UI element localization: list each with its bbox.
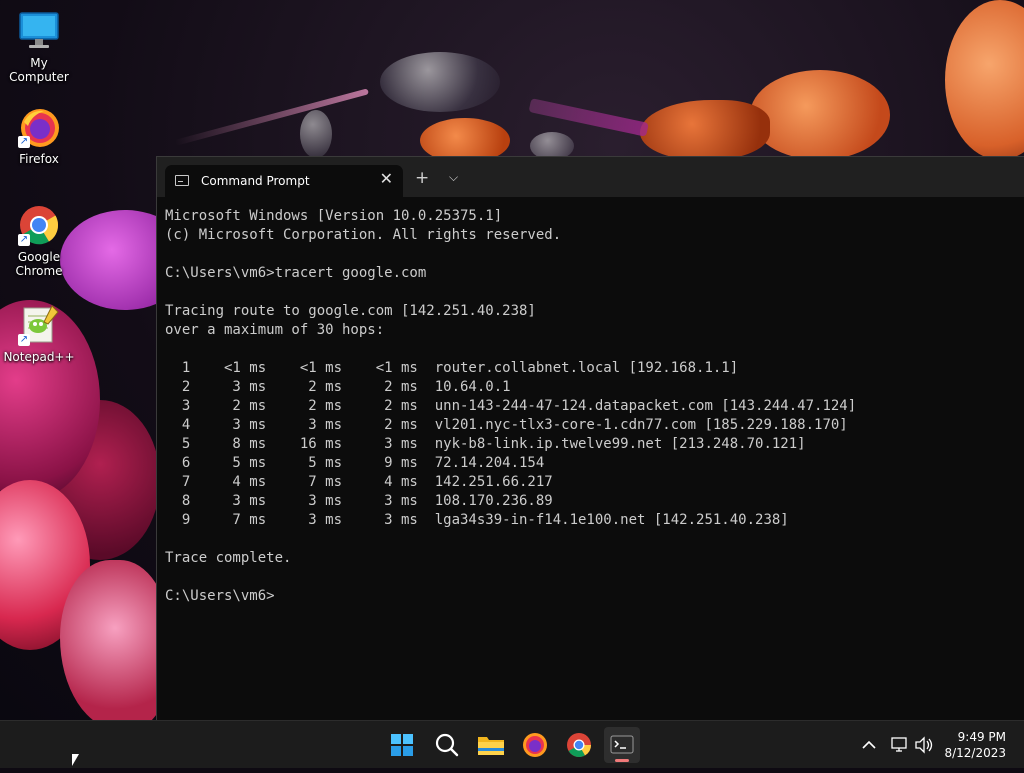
console-line: 2 3 ms 2 ms 2 ms 10.64.0.1 [165,379,511,395]
console-line: 3 2 ms 2 ms 2 ms unn-143-244-47-124.data… [165,398,857,414]
show-hidden-icons-button[interactable] [858,721,880,769]
firefox-taskbar-button[interactable] [517,727,553,763]
new-tab-icon[interactable]: + [415,169,429,187]
wallpaper-shape [750,70,890,160]
file-explorer-button[interactable] [473,727,509,763]
taskbar: 9:49 PM 8/12/2023 [0,720,1024,768]
wallpaper-shape [300,110,332,158]
volume-button[interactable] [913,721,935,769]
desktop-icon-my-computer[interactable]: My Computer [1,10,77,84]
desktop-icon-google-chrome[interactable]: ↗ Google Chrome [1,204,77,278]
notepad-plus-plus-icon: ↗ [18,304,60,346]
console-line: C:\Users\vm6> [165,588,275,604]
close-tab-icon[interactable]: ✕ [380,170,393,188]
chevron-up-icon [862,740,876,749]
desktop-icon-notepad-plus-plus[interactable]: ↗ Notepad++ [1,304,77,364]
chrome-icon [567,733,591,758]
firefox-icon: ↗ [18,106,60,148]
chevron-down-icon[interactable]: ⌵ [449,170,458,185]
console-line: Trace complete. [165,550,292,566]
console-line: 9 7 ms 3 ms 3 ms lga34s39-in-f14.1e100.n… [165,512,789,528]
desktop-icon-label: Google Chrome [15,250,63,278]
network-button[interactable] [889,721,911,769]
wallpaper-shape [528,98,649,137]
console-output[interactable]: Microsoft Windows [Version 10.0.25375.1]… [165,207,856,606]
wallpaper-shape [60,560,170,720]
console-line: 4 3 ms 3 ms 2 ms vl201.nyc-tlx3-core-1.c… [165,417,848,433]
console-line: C:\Users\vm6>tracert google.com [165,265,427,281]
console-line: 8 3 ms 3 ms 3 ms 108.170.236.89 [165,493,553,509]
desktop-icon-label: My Computer [9,56,69,84]
console-line: 5 8 ms 16 ms 3 ms nyk-b8-link.ip.twelve9… [165,436,806,452]
chrome-icon: ↗ [18,204,60,246]
search-icon [435,733,459,757]
window-titlebar[interactable]: Command Prompt ✕ + ⌵ [157,157,1024,197]
start-icon [391,734,413,756]
search-button[interactable] [429,727,465,763]
console-line: 6 5 ms 5 ms 9 ms 72.14.204.154 [165,455,545,471]
chrome-taskbar-button[interactable] [561,727,597,763]
console-line: (c) Microsoft Corporation. All rights re… [165,227,562,243]
console-line: Tracing route to google.com [142.251.40.… [165,303,536,319]
taskbar-clock[interactable]: 9:49 PM 8/12/2023 [944,729,1006,761]
wallpaper-shape [640,100,770,160]
tab-command-prompt[interactable]: Command Prompt ✕ [165,165,403,197]
network-icon [891,737,907,752]
desktop-icon-label: Notepad++ [3,350,75,364]
clock-date: 8/12/2023 [944,746,1006,760]
terminal-icon [610,735,634,754]
desktop-icon-label: Firefox [19,152,59,166]
active-app-indicator [615,759,629,762]
command-prompt-window[interactable]: Command Prompt ✕ + ⌵ Microsoft Windows [… [156,156,1024,721]
shortcut-arrow-icon: ↗ [18,334,30,346]
wallpaper-shape [380,52,500,112]
console-line: 1 <1 ms <1 ms <1 ms router.collabnet.loc… [165,360,739,376]
console-line: Microsoft Windows [Version 10.0.25375.1] [165,208,503,224]
start-button[interactable] [384,727,420,763]
clock-time: 9:49 PM [957,730,1006,744]
console-line: over a maximum of 30 hops: [165,322,385,338]
terminal-taskbar-button[interactable] [604,727,640,763]
tab-title: Command Prompt [201,174,310,188]
shortcut-arrow-icon: ↗ [18,136,30,148]
desktop-icon-firefox[interactable]: ↗ Firefox [1,106,77,166]
command-prompt-icon [175,175,189,186]
file-explorer-icon [478,737,504,755]
console-line: 7 4 ms 7 ms 4 ms 142.251.66.217 [165,474,553,490]
monitor-icon [18,10,60,52]
speaker-icon [915,736,933,754]
wallpaper-shape [945,0,1024,160]
mouse-cursor [72,754,79,766]
wallpaper-shape [174,88,369,146]
shortcut-arrow-icon: ↗ [18,234,30,246]
firefox-icon [523,733,547,757]
